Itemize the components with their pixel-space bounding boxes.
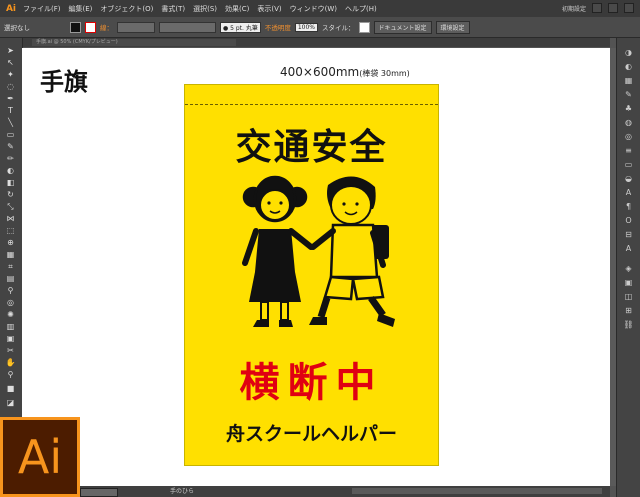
flag-heading: 交通安全 bbox=[235, 127, 388, 168]
dimensions-value: 400×600mm bbox=[280, 65, 360, 79]
flag-footer-text: 舟スクールヘルパー bbox=[225, 423, 397, 445]
character-panel-icon[interactable]: A bbox=[623, 188, 634, 197]
vertical-scrollbar[interactable] bbox=[610, 48, 616, 486]
horizontal-scrollbar[interactable] bbox=[352, 488, 602, 494]
preferences-button[interactable]: 環境設定 bbox=[435, 20, 470, 34]
shape-builder-tool-icon[interactable]: ⊕ bbox=[5, 238, 16, 247]
current-tool-label: 手のひら bbox=[170, 488, 195, 495]
magic-wand-tool-icon[interactable]: ✦ bbox=[5, 70, 16, 79]
stroke-weight-field[interactable] bbox=[117, 21, 155, 33]
pole-pocket-line bbox=[185, 104, 438, 105]
panel-dock: ◑ ◐ ▦ ✎ ♣ ◍ ◎ ≡ ▭ ◒ A ¶ O ⊟ A ◈ ▣ ◫ ⊞ ⛓ bbox=[616, 38, 640, 497]
mesh-tool-icon[interactable]: ⌗ bbox=[5, 262, 16, 271]
column-graph-tool-icon[interactable]: ▥ bbox=[5, 322, 16, 331]
color-mode-icon[interactable]: ◪ bbox=[5, 398, 16, 407]
blob-brush-tool-icon[interactable]: ◐ bbox=[5, 166, 16, 175]
close-button[interactable] bbox=[624, 3, 634, 13]
control-bar: 選択なし 線： ● 5 pt. 丸筆 不透明度 100% スタイル： ドキュメン… bbox=[0, 17, 640, 38]
rectangle-tool-icon[interactable]: ▭ bbox=[5, 130, 16, 139]
perspective-grid-tool-icon[interactable]: ▦ bbox=[5, 250, 16, 259]
transform-panel-icon[interactable]: ⊞ bbox=[623, 306, 634, 315]
menu-file[interactable]: ファイル(F) bbox=[23, 4, 61, 14]
blend-tool-icon[interactable]: ◎ bbox=[5, 298, 16, 307]
variable-width-field[interactable] bbox=[159, 21, 216, 33]
opacity-label[interactable]: 不透明度 bbox=[265, 22, 291, 32]
zoom-field[interactable] bbox=[80, 488, 118, 497]
flag-artwork[interactable]: 交通安全 横断中 舟スクールヘルパー bbox=[184, 84, 439, 466]
fill-stroke-icon[interactable]: ■ bbox=[5, 384, 16, 393]
symbols-panel-icon[interactable]: ♣ bbox=[623, 104, 634, 113]
menu-object[interactable]: オブジェクト(O) bbox=[100, 4, 153, 14]
line-tool-icon[interactable]: ╲ bbox=[5, 118, 16, 127]
align-panel-icon[interactable]: ⊟ bbox=[623, 230, 634, 239]
children-illustration bbox=[242, 175, 395, 327]
eyedropper-tool-icon[interactable]: ⚲ bbox=[5, 286, 16, 295]
app-logo: Ai bbox=[5, 3, 17, 14]
opacity-field[interactable]: 100% bbox=[294, 22, 318, 32]
selection-tool-icon[interactable]: ➤ bbox=[5, 46, 16, 55]
document-settings-button[interactable]: ドキュメント設定 bbox=[373, 20, 432, 34]
menu-effect[interactable]: 効果(C) bbox=[225, 4, 249, 14]
artboard-tool-icon[interactable]: ▣ bbox=[5, 334, 16, 343]
selection-state: 選択なし bbox=[4, 24, 30, 32]
zoom-tool-icon[interactable]: ⚲ bbox=[5, 370, 16, 379]
slice-tool-icon[interactable]: ✂ bbox=[5, 346, 16, 355]
stroke-swatch[interactable] bbox=[85, 21, 96, 33]
style-swatch[interactable] bbox=[358, 21, 370, 33]
free-transform-tool-icon[interactable]: ⬚ bbox=[5, 226, 16, 235]
width-tool-icon[interactable]: ⋈ bbox=[5, 214, 16, 223]
stroke-label: 線： bbox=[100, 24, 113, 32]
workspace-switcher[interactable]: 初期設定 bbox=[562, 4, 586, 13]
brush-select[interactable]: ● 5 pt. 丸筆 bbox=[220, 21, 261, 33]
links-panel-icon[interactable]: ⛓ bbox=[623, 320, 634, 329]
character-styles-icon[interactable]: A bbox=[623, 244, 634, 253]
pencil-tool-icon[interactable]: ✏ bbox=[5, 154, 16, 163]
eraser-tool-icon[interactable]: ◧ bbox=[5, 178, 16, 187]
color-guide-icon[interactable]: ◐ bbox=[623, 62, 634, 71]
fill-swatch[interactable] bbox=[70, 21, 81, 33]
document-tab[interactable]: 手旗.ai @ 50% (CMYK/プレビュー) bbox=[32, 39, 236, 46]
illustrator-logo: Ai bbox=[0, 417, 80, 497]
lasso-tool-icon[interactable]: ◌ bbox=[5, 82, 16, 91]
opentype-panel-icon[interactable]: O bbox=[623, 216, 634, 225]
artboards-panel-icon[interactable]: ▣ bbox=[623, 278, 634, 287]
status-bar: 手のひら bbox=[22, 486, 610, 497]
paragraph-panel-icon[interactable]: ¶ bbox=[623, 202, 634, 211]
document-tab-bar: 手旗.ai @ 50% (CMYK/プレビュー) bbox=[22, 38, 610, 47]
pen-tool-icon[interactable]: ✒ bbox=[5, 94, 16, 103]
symbol-sprayer-tool-icon[interactable]: ✺ bbox=[5, 310, 16, 319]
menu-type[interactable]: 書式(T) bbox=[161, 4, 185, 14]
gradient-panel-icon[interactable]: ▭ bbox=[623, 160, 634, 169]
gradient-tool-icon[interactable]: ▤ bbox=[5, 274, 16, 283]
artboard-title: 手旗 bbox=[40, 67, 88, 96]
color-panel-icon[interactable]: ◑ bbox=[623, 48, 634, 57]
menu-bar: Ai ファイル(F) 編集(E) オブジェクト(O) 書式(T) 選択(S) 効… bbox=[0, 0, 640, 17]
pathfinder-panel-icon[interactable]: ◫ bbox=[623, 292, 634, 301]
artboard-canvas[interactable]: 手旗 400×600mm(棒袋 30mm) 交通安全 横断中 舟スクールヘルパー bbox=[22, 48, 610, 486]
dimensions-label: 400×600mm(棒袋 30mm) bbox=[280, 65, 410, 79]
rotate-tool-icon[interactable]: ↻ bbox=[5, 190, 16, 199]
graphic-styles-icon[interactable]: ◍ bbox=[623, 118, 634, 127]
flag-status-text: 横断中 bbox=[239, 360, 384, 406]
appearance-panel-icon[interactable]: ◎ bbox=[623, 132, 634, 141]
brushes-panel-icon[interactable]: ✎ bbox=[623, 90, 634, 99]
menu-select[interactable]: 選択(S) bbox=[193, 4, 217, 14]
type-tool-icon[interactable]: T bbox=[5, 106, 16, 115]
menu-edit[interactable]: 編集(E) bbox=[69, 4, 93, 14]
paintbrush-tool-icon[interactable]: ✎ bbox=[5, 142, 16, 151]
menu-view[interactable]: 表示(V) bbox=[257, 4, 281, 14]
transparency-panel-icon[interactable]: ◒ bbox=[623, 174, 634, 183]
stroke-panel-icon[interactable]: ≡ bbox=[623, 146, 634, 155]
maximize-button[interactable] bbox=[608, 3, 618, 13]
minimize-button[interactable] bbox=[592, 3, 602, 13]
layers-panel-icon[interactable]: ◈ bbox=[623, 264, 634, 273]
swatches-panel-icon[interactable]: ▦ bbox=[623, 76, 634, 85]
menu-help[interactable]: ヘルプ(H) bbox=[345, 4, 377, 14]
direct-selection-tool-icon[interactable]: ↖ bbox=[5, 58, 16, 67]
scale-tool-icon[interactable]: ⤡ bbox=[5, 202, 16, 211]
hand-tool-icon[interactable]: ✋ bbox=[5, 358, 16, 367]
menu-window[interactable]: ウィンドウ(W) bbox=[290, 4, 337, 14]
dimensions-note: (棒袋 30mm) bbox=[359, 69, 410, 78]
style-label: スタイル： bbox=[322, 24, 355, 32]
